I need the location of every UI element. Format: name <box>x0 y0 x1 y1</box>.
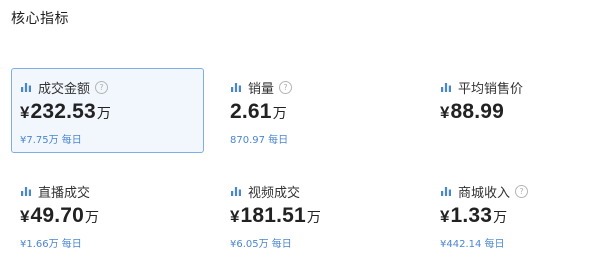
metric-label: 视频成交 <box>248 185 301 201</box>
metric-daily: 870.97 每日 <box>230 135 289 146</box>
metric-unit: 万 <box>272 105 287 121</box>
metric-header: 销量 ? <box>230 78 293 97</box>
metric-label: 直播成交 <box>38 185 91 201</box>
currency-symbol: ¥ <box>20 103 30 122</box>
metric-value: ¥ 88.99 <box>440 100 504 124</box>
bar-chart-icon <box>440 185 452 197</box>
metric-value: ¥ 232.53 万 <box>20 100 111 124</box>
help-icon[interactable]: ? <box>95 80 109 94</box>
metric-unit: 万 <box>306 209 321 225</box>
help-icon[interactable]: ? <box>515 184 529 198</box>
bar-chart-icon <box>20 185 32 197</box>
metric-value: 2.61 万 <box>230 100 287 124</box>
metric-amount: 2.61 <box>230 100 272 123</box>
metric-label: 平均销售价 <box>458 81 524 97</box>
metric-header: 商城收入 ? <box>440 182 529 201</box>
bar-chart-icon <box>230 81 242 93</box>
metric-daily: ¥7.75万 每日 <box>20 135 82 146</box>
currency-symbol: ¥ <box>230 207 240 226</box>
metric-card-live-sales[interactable]: 直播成交 ¥ 49.70 万 ¥1.66万 每日 <box>11 172 204 257</box>
help-icon[interactable]: ? <box>279 80 293 94</box>
metric-amount: 49.70 <box>30 204 85 227</box>
metric-card-gmv[interactable]: 成交金额 ? ¥ 232.53 万 ¥7.75万 每日 <box>11 68 204 153</box>
metric-amount: 232.53 <box>30 100 96 123</box>
metric-unit: 万 <box>96 105 111 121</box>
currency-symbol: ¥ <box>20 207 30 226</box>
bar-chart-icon <box>230 185 242 197</box>
metric-amount: 88.99 <box>450 100 505 123</box>
metric-amount: 181.51 <box>240 204 306 227</box>
metric-value: ¥ 181.51 万 <box>230 204 321 228</box>
metric-daily: ¥6.05万 每日 <box>230 239 292 250</box>
metric-value: ¥ 1.33 万 <box>440 204 507 228</box>
metric-daily: ¥1.66万 每日 <box>20 239 82 250</box>
currency-symbol: ¥ <box>440 207 450 226</box>
metric-card-mall-revenue[interactable]: 商城收入 ? ¥ 1.33 万 ¥442.14 每日 <box>431 172 600 257</box>
metric-amount: 1.33 <box>450 204 493 227</box>
metric-header: 直播成交 <box>20 182 91 201</box>
metric-header: 成交金额 ? <box>20 78 109 97</box>
section-title: 核心指标 <box>11 11 69 27</box>
metric-header: 平均销售价 <box>440 78 524 97</box>
metric-label: 商城收入 <box>458 185 511 201</box>
currency-symbol: ¥ <box>440 103 450 122</box>
metric-card-video-sales[interactable]: 视频成交 ¥ 181.51 万 ¥6.05万 每日 <box>221 172 414 257</box>
metric-unit: 万 <box>493 209 508 225</box>
metric-value: ¥ 49.70 万 <box>20 204 99 228</box>
bar-chart-icon <box>20 81 32 93</box>
metric-label: 销量 <box>248 81 275 97</box>
metric-label: 成交金额 <box>38 81 91 97</box>
metric-daily: ¥442.14 每日 <box>440 239 505 250</box>
metric-header: 视频成交 <box>230 182 301 201</box>
metric-card-avg-price[interactable]: 平均销售价 ¥ 88.99 <box>431 68 600 153</box>
metric-unit: 万 <box>85 209 100 225</box>
bar-chart-icon <box>440 81 452 93</box>
metric-card-sales-volume[interactable]: 销量 ? 2.61 万 870.97 每日 <box>221 68 414 153</box>
